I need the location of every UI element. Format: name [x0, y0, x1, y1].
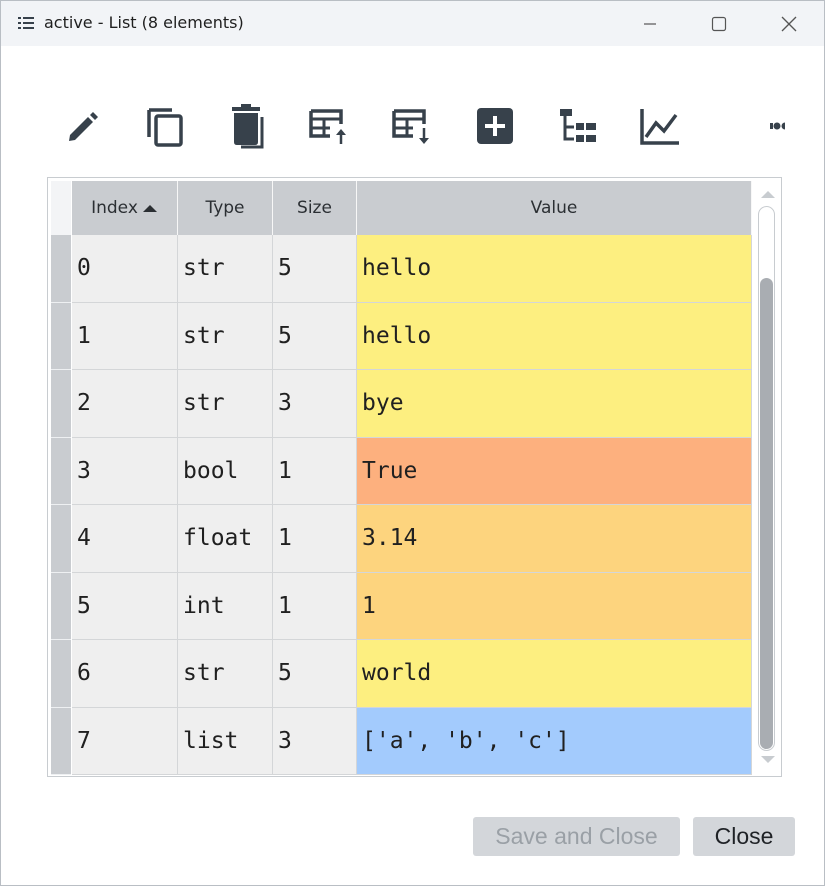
cell-value[interactable]: bye: [357, 370, 752, 438]
scroll-down-arrow-icon[interactable]: [761, 756, 775, 763]
cell-value[interactable]: hello: [357, 302, 752, 370]
row-header[interactable]: [51, 235, 71, 303]
cell-index[interactable]: 4: [72, 505, 178, 573]
copy-button[interactable]: [131, 93, 197, 159]
cell-value[interactable]: ['a', 'b', 'c']: [357, 707, 752, 775]
cell-type[interactable]: float: [178, 505, 273, 573]
minimize-button[interactable]: [615, 1, 685, 46]
cell-value[interactable]: world: [357, 640, 752, 708]
cell-size[interactable]: 5: [273, 235, 357, 303]
close-window-button[interactable]: [754, 1, 824, 46]
cell-index[interactable]: 7: [72, 707, 178, 775]
insert-above-button[interactable]: [296, 93, 362, 159]
cell-value[interactable]: True: [357, 437, 752, 505]
row-header[interactable]: [51, 370, 71, 438]
cell-size[interactable]: 3: [273, 707, 357, 775]
column-header-label: Type: [205, 198, 245, 218]
plot-icon: [640, 109, 679, 145]
cell-index[interactable]: 6: [72, 640, 178, 708]
add-button[interactable]: [462, 93, 528, 159]
cell-type[interactable]: str: [178, 302, 273, 370]
table-corner: [51, 181, 71, 235]
edit-button[interactable]: [49, 93, 115, 159]
cell-size[interactable]: 1: [273, 437, 357, 505]
close-button[interactable]: Close: [693, 817, 795, 856]
more-icon: [770, 122, 785, 130]
vertical-scrollbar[interactable]: [754, 181, 780, 773]
cell-type[interactable]: list: [178, 707, 273, 775]
plot-button[interactable]: [627, 93, 693, 159]
cell-value[interactable]: hello: [357, 235, 752, 303]
insert-above-icon: [309, 109, 346, 144]
cell-type[interactable]: str: [178, 640, 273, 708]
cell-index[interactable]: 1: [72, 302, 178, 370]
cell-index[interactable]: 2: [72, 370, 178, 438]
column-header-label: Index: [91, 198, 138, 218]
tree-view-button[interactable]: [545, 93, 611, 159]
row-header[interactable]: [51, 707, 71, 775]
column-header-label: Value: [530, 198, 578, 218]
maximize-button[interactable]: [684, 1, 754, 46]
cell-size[interactable]: 3: [273, 370, 357, 438]
column-header-index[interactable]: Index: [72, 181, 178, 235]
cell-index[interactable]: 0: [72, 235, 178, 303]
dialog-window: active - List (8 elements) Index Type Si…: [0, 0, 825, 886]
cell-type[interactable]: str: [178, 235, 273, 303]
title-bar: active - List (8 elements): [1, 1, 824, 46]
delete-icon: [232, 104, 264, 149]
add-icon: [477, 108, 513, 144]
cell-index[interactable]: 3: [72, 437, 178, 505]
save-and-close-button[interactable]: Save and Close: [473, 817, 680, 856]
more-options-button[interactable]: [737, 93, 803, 159]
collection-table: Index Type Size Value 0 str 5 hello 1 str 5 hel…: [47, 177, 782, 777]
row-header[interactable]: [51, 437, 71, 505]
window-title: active - List (8 elements): [44, 13, 244, 32]
row-header[interactable]: [51, 505, 71, 573]
minimize-icon: [644, 22, 656, 25]
maximize-icon: [711, 16, 727, 31]
cell-size[interactable]: 5: [273, 640, 357, 708]
edit-icon: [69, 112, 98, 141]
list-icon: [18, 17, 34, 29]
copy-icon: [147, 108, 183, 147]
sort-ascending-icon: [142, 205, 157, 212]
row-header[interactable]: [51, 302, 71, 370]
insert-below-icon: [392, 109, 429, 144]
cell-size[interactable]: 1: [273, 572, 357, 640]
cell-value[interactable]: 3.14: [357, 505, 752, 573]
tree-view-icon: [560, 109, 596, 142]
cell-type[interactable]: bool: [178, 437, 273, 505]
cell-index[interactable]: 5: [72, 572, 178, 640]
insert-below-button[interactable]: [379, 93, 445, 159]
column-header-value[interactable]: Value: [357, 181, 752, 235]
column-header-size[interactable]: Size: [273, 181, 357, 235]
cell-size[interactable]: 5: [273, 302, 357, 370]
column-header-type[interactable]: Type: [178, 181, 273, 235]
delete-button[interactable]: [214, 93, 280, 159]
column-header-label: Size: [297, 198, 332, 218]
cell-value[interactable]: 1: [357, 572, 752, 640]
cell-type[interactable]: int: [178, 572, 273, 640]
close-icon: [781, 16, 797, 31]
scroll-up-arrow-icon[interactable]: [761, 191, 775, 198]
cell-size[interactable]: 1: [273, 505, 357, 573]
toolbar: [1, 93, 824, 159]
scrollbar-thumb[interactable]: [760, 278, 773, 749]
cell-type[interactable]: str: [178, 370, 273, 438]
row-header[interactable]: [51, 640, 71, 708]
row-header[interactable]: [51, 572, 71, 640]
